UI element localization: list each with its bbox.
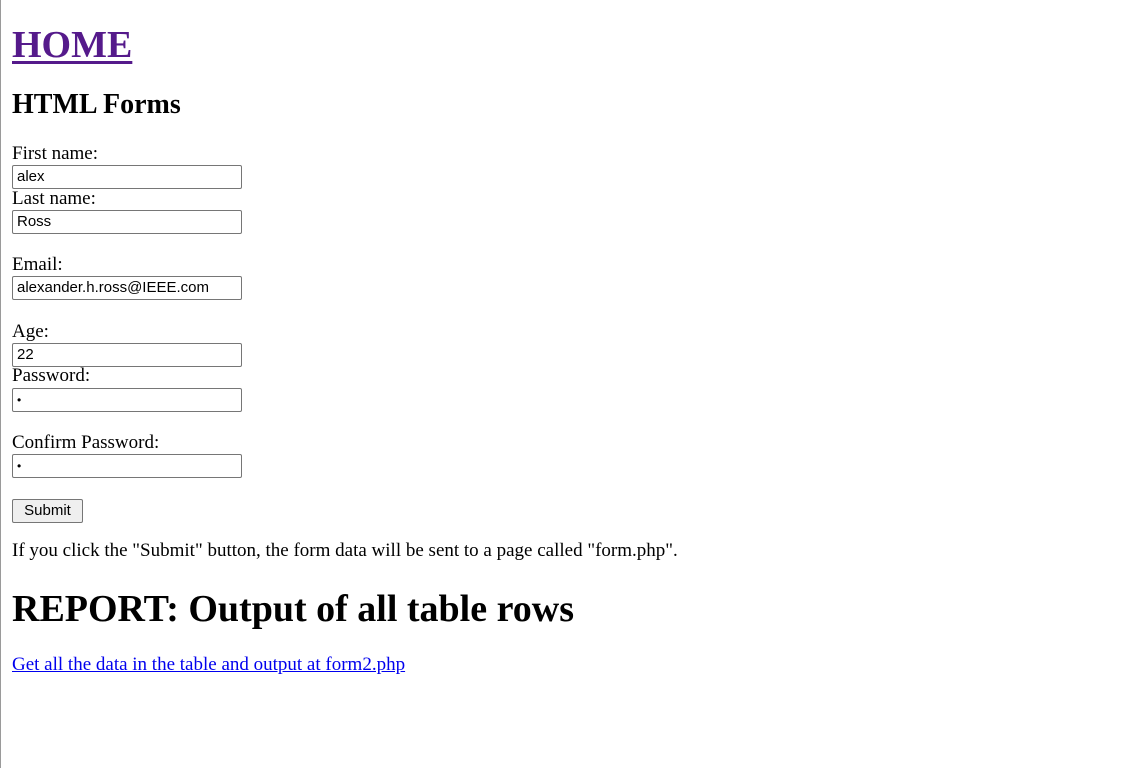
email-label: Email: bbox=[12, 254, 63, 275]
confirm-password-input[interactable]: • bbox=[12, 454, 242, 478]
age-label: Age: bbox=[12, 321, 49, 342]
first-name-label: First name: bbox=[12, 143, 99, 164]
first-name-input[interactable]: alex bbox=[12, 165, 242, 189]
report-link[interactable]: Get all the data in the table and output… bbox=[12, 655, 405, 675]
confirm-password-label: Confirm Password: bbox=[12, 432, 160, 453]
submit-button[interactable]: Submit bbox=[12, 499, 83, 523]
last-name-label: Last name: bbox=[12, 188, 96, 209]
home-link[interactable]: HOME bbox=[12, 25, 132, 65]
password-input[interactable]: • bbox=[12, 388, 242, 412]
password-mask: • bbox=[17, 393, 22, 408]
report-heading: REPORT: Output of all table rows bbox=[12, 588, 575, 630]
form-heading: HTML Forms bbox=[12, 89, 181, 120]
confirm-password-mask: • bbox=[17, 459, 22, 474]
password-label: Password: bbox=[12, 365, 91, 386]
email-input[interactable]: alexander.h.ross@IEEE.com bbox=[12, 276, 242, 300]
form-info-text: If you click the "Submit" button, the fo… bbox=[12, 540, 678, 561]
last-name-input[interactable]: Ross bbox=[12, 210, 242, 234]
age-input[interactable]: 22 bbox=[12, 343, 242, 367]
